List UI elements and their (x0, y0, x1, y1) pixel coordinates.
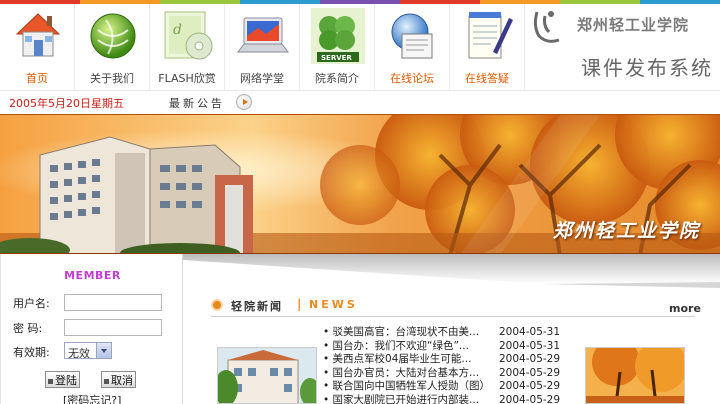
date-bar: 2005年5月20日星期五 最新公告 (0, 90, 720, 112)
building-photo (218, 348, 316, 403)
news-item-date: 2004-05-31 (499, 326, 561, 338)
news-panel: 轻院新闻 | NEWS more • 驳美国高官：台湾现状不由美... 2004-… (183, 254, 720, 404)
news-item[interactable]: • 国家大剧院已开始进行内部装... 2004-05-29 (323, 394, 563, 404)
expire-label: 有效期: (13, 346, 50, 359)
news-thumbnail-autumn[interactable] (585, 347, 685, 404)
news-item[interactable]: • 驳美国高官：台湾现状不由美... 2004-05-31 (323, 326, 563, 340)
top-navigation: 首页 关于我们 d FLASH欣赏 网络学堂 SERVER 院系简介 在线论坛 … (0, 0, 720, 90)
banner-caption: 郑州轻工业学院 (552, 220, 700, 242)
flash-cd-icon: d (164, 11, 213, 60)
bullet-icon (104, 378, 109, 384)
news-item-date: 2004-05-29 (499, 393, 561, 404)
login-button-label: 登陆 (55, 374, 77, 387)
forgot-password-link[interactable]: [密码忘记?] (63, 392, 121, 404)
news-item-title: • 国家大剧院已开始进行内部装... (323, 393, 480, 404)
news-item-date: 2004-05-31 (499, 339, 561, 352)
news-title-cn: 轻院新闻 (231, 300, 283, 313)
nav-label: 院系简介 (315, 72, 359, 85)
news-title-en: NEWS (309, 298, 358, 311)
svg-text:SERVER: SERVER (321, 54, 352, 62)
globe-icon (90, 13, 136, 59)
nav-item-online-qa[interactable]: 在线答疑 (450, 4, 525, 90)
nav-label: 网络学堂 (240, 72, 284, 85)
nav-label: 在线答疑 (465, 72, 509, 85)
home-icon (15, 13, 61, 57)
news-item-date: 2004-05-29 (499, 380, 561, 393)
nav-item-home[interactable]: 首页 (0, 4, 75, 90)
username-label: 用户名: (13, 297, 50, 310)
news-ribbon (183, 254, 720, 288)
nav-label: FLASH欣赏 (158, 72, 216, 85)
member-title: MEMBER (64, 269, 121, 282)
arrow-right-icon[interactable] (236, 94, 252, 110)
news-more-link[interactable]: more (669, 302, 701, 315)
bullet-icon (48, 378, 53, 384)
notice-label: 最新公告 (169, 97, 225, 110)
news-thumbnail-building[interactable] (217, 347, 317, 404)
notepad-pen-icon (468, 12, 513, 59)
news-item-date: 2004-05-29 (499, 366, 561, 379)
svg-text:d: d (173, 22, 182, 38)
nav-item-departments[interactable]: SERVER 院系简介 (300, 4, 375, 90)
nav-item-forum[interactable]: 在线论坛 (375, 4, 450, 90)
news-item[interactable]: • 联合国向中国牺牲军人授勋（图） 2004-05-29 (323, 380, 563, 394)
login-panel: MEMBER 用户名: 密 码: 有效期: 无效 登陆 取消 [密码忘记?] (0, 254, 183, 404)
news-item-title: • 联合国向中国牺牲军人授勋（图） (323, 380, 491, 393)
nav-item-network-classroom[interactable]: 网络学堂 (225, 4, 300, 90)
news-item[interactable]: • 国台办：我们不欢迎“绿色”... 2004-05-31 (323, 340, 563, 354)
school-logo (533, 11, 560, 43)
campus-banner: 郑州轻工业学院 (0, 114, 720, 254)
current-date: 2005年5月20日星期五 (9, 97, 124, 110)
news-item[interactable]: • 国台办官员：大陆对台基本方... 2004-05-29 (323, 367, 563, 381)
nav-label: 关于我们 (90, 72, 134, 85)
laptop-icon (237, 17, 289, 53)
expire-value: 无效 (68, 347, 90, 360)
chevron-down-icon (96, 343, 111, 358)
server-clover-icon: SERVER (311, 8, 365, 64)
brand-block: 郑州轻工业学院 课件发布系统 (525, 0, 720, 90)
login-button[interactable]: 登陆 (45, 371, 80, 388)
news-item-date: 2004-05-29 (499, 353, 561, 366)
news-divider: | (297, 297, 302, 311)
cancel-button-label: 取消 (111, 374, 133, 387)
globe-document-icon (391, 13, 433, 59)
cancel-button[interactable]: 取消 (101, 371, 136, 388)
username-input[interactable] (64, 294, 162, 311)
divider (211, 316, 695, 317)
school-name: 郑州轻工业学院 (577, 16, 690, 34)
password-label: 密 码: (13, 322, 43, 335)
nav-label: 在线论坛 (390, 72, 434, 85)
news-list: • 驳美国高官：台湾现状不由美... 2004-05-31 • 国台办：我们不欢迎“… (323, 326, 563, 404)
news-item-title: • 国台办：我们不欢迎“绿色”... (323, 339, 469, 352)
news-item-title: • 美西点军校04届毕业生可能... (323, 353, 472, 366)
autumn-photo (586, 348, 684, 403)
news-item-title: • 国台办官员：大陆对台基本方... (323, 366, 480, 379)
circle-bullet-icon (211, 299, 223, 311)
news-item[interactable]: • 美西点军校04届毕业生可能... 2004-05-29 (323, 353, 563, 367)
news-item-title: • 驳美国高官：台湾现状不由美... (323, 326, 480, 338)
expire-select[interactable]: 无效 (64, 342, 112, 360)
password-input[interactable] (64, 319, 162, 336)
nav-item-about[interactable]: 关于我们 (75, 4, 150, 90)
nav-label: 首页 (26, 72, 48, 85)
system-title: 课件发布系统 (581, 56, 713, 80)
nav-item-flash[interactable]: d FLASH欣赏 (150, 4, 225, 90)
